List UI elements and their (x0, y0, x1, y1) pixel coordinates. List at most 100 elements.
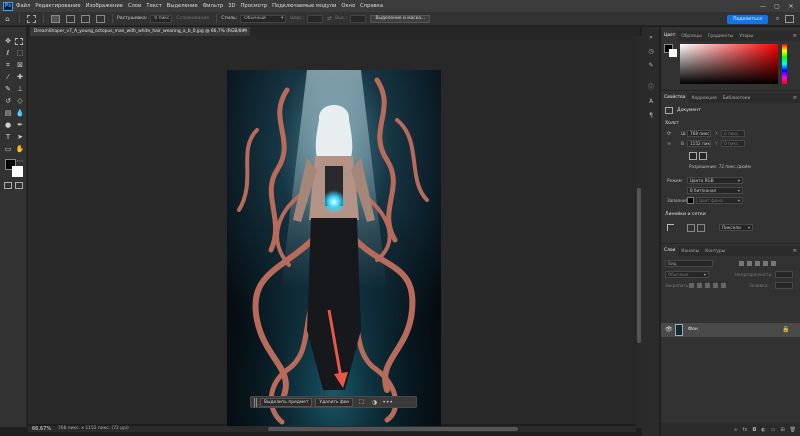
character-icon[interactable]: A (646, 97, 656, 107)
document-info[interactable]: 768 пикс. x 1152 пикс. (72 ppi) (58, 426, 129, 431)
color-bg-swatch[interactable] (669, 49, 677, 57)
width-input[interactable] (307, 14, 324, 23)
vertical-scroll-thumb[interactable] (637, 188, 641, 343)
menu-image[interactable]: Изображение (86, 3, 123, 9)
delete-layer-icon[interactable]: 🗑 (790, 427, 796, 433)
healing-brush-icon[interactable]: ✚ (15, 72, 25, 82)
layer-name[interactable]: Фон (688, 327, 698, 332)
fill-select[interactable]: Цвет фона (696, 197, 743, 204)
more-tools-icon[interactable]: ⋯ (15, 156, 25, 166)
info-icon[interactable]: ⓘ (646, 83, 656, 93)
quick-mask-icon[interactable] (4, 182, 12, 189)
canvas-area[interactable] (28, 36, 638, 426)
frame-tool-icon[interactable]: ⊠ (15, 60, 25, 70)
tab-adjustments[interactable]: Коррекция (688, 96, 719, 101)
add-selection-icon[interactable] (66, 14, 75, 23)
tab-gradients[interactable]: Градиенты (705, 34, 737, 39)
menu-edit[interactable]: Редактирование (35, 3, 80, 9)
home-icon[interactable]: ⌂ (3, 15, 12, 23)
minimize-button[interactable]: — (756, 3, 770, 10)
swap-icon[interactable]: ⇄ (327, 15, 332, 22)
maximize-button[interactable]: ▢ (770, 3, 784, 10)
adjustment-layer-icon[interactable]: ◐ (761, 427, 765, 433)
units-select[interactable]: Пиксели (719, 224, 753, 231)
crop-tool-icon[interactable]: ⌗ (3, 60, 13, 70)
bit-depth-select[interactable]: 8 бит/канал (687, 187, 743, 194)
layer-filter-icons[interactable] (739, 261, 779, 266)
new-selection-icon[interactable] (51, 14, 60, 23)
adjustment-icon[interactable]: ◑ (369, 398, 379, 407)
grid-icon[interactable] (687, 224, 695, 232)
more-options-icon[interactable]: ••• (382, 398, 393, 407)
tab-channels[interactable]: Каналы (678, 249, 702, 254)
menu-view[interactable]: Просмотр (241, 3, 268, 9)
color-mode-select[interactable]: Цвета RGB (687, 177, 743, 184)
visibility-eye-icon[interactable]: 👁 (665, 326, 673, 333)
blend-mode-select[interactable]: Обычные (665, 271, 709, 278)
history-brush-icon[interactable]: ↺ (3, 96, 13, 106)
guides-icon[interactable] (697, 224, 705, 232)
panel-menu-icon[interactable]: ≡ (793, 33, 797, 39)
gradient-tool-icon[interactable]: ▤ (3, 108, 13, 118)
menu-plugins[interactable]: Подключаемые модули (272, 3, 336, 9)
link-icon[interactable]: ∞ (667, 141, 671, 147)
style-select[interactable]: Обычный (240, 14, 287, 23)
document-tab[interactable]: DreamShaper_v7_A_young_octopus_man_with_… (30, 27, 250, 36)
panel-menu-icon[interactable]: ≡ (793, 248, 797, 254)
search-icon[interactable]: ⌕ (773, 15, 782, 23)
close-window-button[interactable]: ✕ (784, 3, 798, 10)
fx-icon[interactable]: fx (743, 427, 748, 433)
fill-color-swatch[interactable] (687, 197, 694, 204)
tab-patterns[interactable]: Узоры (736, 34, 756, 39)
canvas-width-input[interactable]: 768 пикс. (687, 130, 711, 137)
dodge-tool-icon[interactable]: ● (3, 120, 13, 130)
subtract-selection-icon[interactable] (81, 14, 90, 23)
history-icon[interactable]: ◷ (646, 47, 656, 57)
eraser-tool-icon[interactable]: ◇ (15, 96, 25, 106)
rectangle-tool-icon[interactable]: ▭ (3, 144, 13, 154)
pen-tool-icon[interactable]: ✒ (15, 120, 25, 130)
brush-tool-icon[interactable]: ✎ (3, 84, 13, 94)
layer-filter-search[interactable]: Вид (665, 260, 713, 267)
link-layers-icon[interactable]: ∞ (733, 427, 737, 433)
marquee-tool-preset-icon[interactable] (27, 14, 36, 23)
drag-handle[interactable] (254, 397, 257, 407)
mask-icon[interactable]: ◘ (752, 427, 756, 433)
feather-input[interactable]: 0 пикс. (150, 14, 173, 23)
menu-type[interactable]: Текст (146, 3, 161, 9)
hue-slider[interactable] (782, 44, 787, 84)
eyedropper-tool-icon[interactable]: ⁄ (3, 72, 13, 82)
menu-layers[interactable]: Слои (128, 3, 141, 9)
close-tab-icon[interactable]: ✕ (243, 27, 247, 36)
stamp-tool-icon[interactable]: ⊥ (15, 84, 25, 94)
panel-menu-icon[interactable]: ≡ (793, 95, 797, 101)
intersect-selection-icon[interactable] (96, 14, 105, 23)
zoom-level[interactable]: 66,67% (32, 426, 51, 432)
tab-swatches[interactable]: Образцы (678, 34, 704, 39)
canvas-height-input[interactable]: 1152 пикс. (687, 140, 711, 147)
x-input[interactable]: 0 пикс. (721, 130, 745, 137)
tab-layers[interactable]: Слои (661, 246, 679, 256)
remove-background-button[interactable]: Удалить фон (315, 397, 354, 407)
menu-select[interactable]: Выделение (167, 3, 198, 9)
blur-tool-icon[interactable]: 💧 (15, 108, 25, 118)
rulers-grids-header[interactable]: Линейки и сетки (665, 212, 706, 217)
menu-window[interactable]: Окно (341, 3, 355, 9)
select-and-mask-button[interactable]: Выделение и маска... (370, 14, 431, 23)
height-input[interactable] (350, 14, 367, 23)
background-color-swatch[interactable] (12, 166, 23, 177)
rect-marquee-tool-icon[interactable] (15, 38, 23, 45)
paragraph-icon[interactable]: ¶ (646, 111, 656, 121)
orientation-icon[interactable]: ⟳ (667, 131, 671, 137)
select-subject-button[interactable]: Выделить предмет (260, 397, 313, 407)
tab-libraries[interactable]: Библиотеки (720, 96, 754, 101)
ruler-icon[interactable] (667, 224, 674, 231)
menu-file[interactable]: Файл (16, 3, 30, 9)
fill-opacity-input[interactable] (775, 282, 793, 289)
horizontal-scroll-thumb[interactable] (268, 427, 518, 431)
portrait-icon[interactable] (689, 152, 697, 160)
antialias-checkbox[interactable]: Сглаживание (176, 16, 209, 21)
y-input[interactable]: 0 пикс. (721, 140, 745, 147)
move-tool-icon[interactable]: ✥ (3, 36, 13, 46)
tab-color[interactable]: Цвет (661, 31, 679, 41)
